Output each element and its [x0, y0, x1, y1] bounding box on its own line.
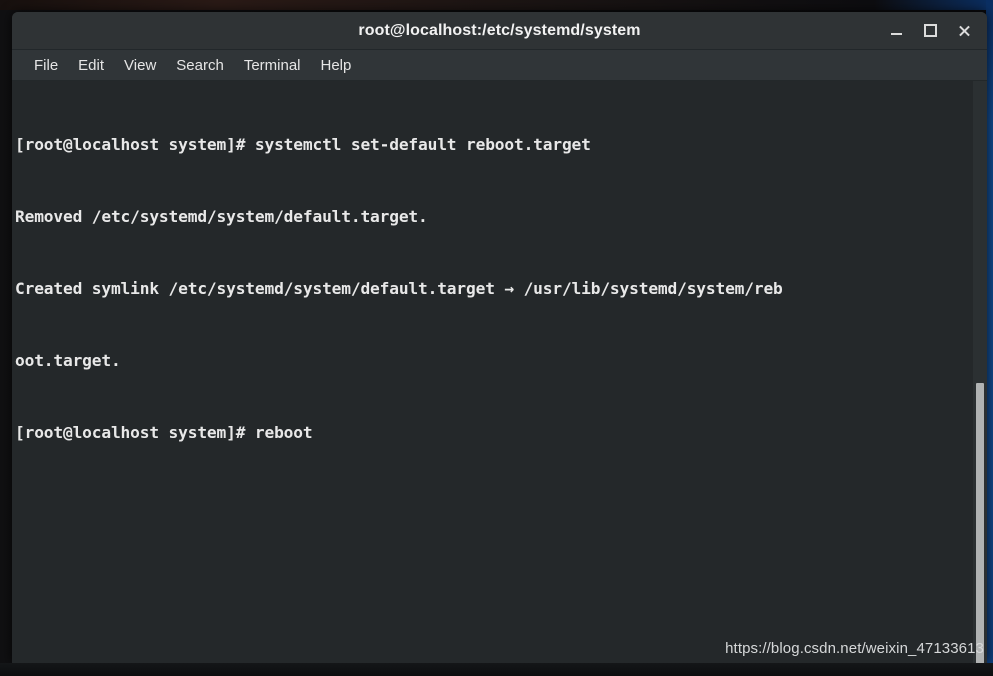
maximize-button[interactable] [913, 16, 947, 46]
close-button[interactable] [947, 16, 981, 46]
menu-item-edit[interactable]: Edit [68, 55, 114, 76]
desktop-accent-strip [986, 0, 993, 676]
scrollbar-thumb[interactable] [976, 383, 984, 663]
title-bar[interactable]: root@localhost:/etc/systemd/system [12, 12, 987, 50]
window-title: root@localhost:/etc/systemd/system [358, 21, 641, 39]
terminal-line: [root@localhost system]# reboot [15, 423, 313, 442]
menu-item-view[interactable]: View [114, 55, 166, 76]
terminal-output: [root@localhost system]# systemctl set-d… [15, 85, 987, 493]
watermark-text: https://blog.csdn.net/weixin_47133613 [725, 640, 984, 657]
terminal-body[interactable]: [root@localhost system]# systemctl set-d… [12, 81, 987, 663]
window-controls [879, 12, 981, 49]
desktop-bottom-band [0, 663, 993, 676]
terminal-window: root@localhost:/etc/systemd/system File … [12, 12, 987, 663]
menu-bar: File Edit View Search Terminal Help [12, 50, 987, 81]
maximize-icon [923, 24, 937, 37]
terminal-line: oot.target. [15, 351, 121, 370]
terminal-line: Created symlink /etc/systemd/system/defa… [15, 279, 783, 298]
desktop-top-glow [0, 0, 993, 10]
menu-item-terminal[interactable]: Terminal [234, 55, 311, 76]
minimize-button[interactable] [879, 16, 913, 46]
terminal-line: [root@localhost system]# systemctl set-d… [15, 135, 591, 154]
menu-item-file[interactable]: File [24, 55, 68, 76]
close-icon [958, 25, 970, 37]
scrollbar-track[interactable] [973, 81, 987, 663]
menu-item-search[interactable]: Search [166, 55, 234, 76]
desktop-background: root@localhost:/etc/systemd/system File … [0, 0, 993, 676]
terminal-line: Removed /etc/systemd/system/default.targ… [15, 207, 428, 226]
minimize-icon [890, 33, 902, 35]
menu-item-help[interactable]: Help [311, 55, 362, 76]
